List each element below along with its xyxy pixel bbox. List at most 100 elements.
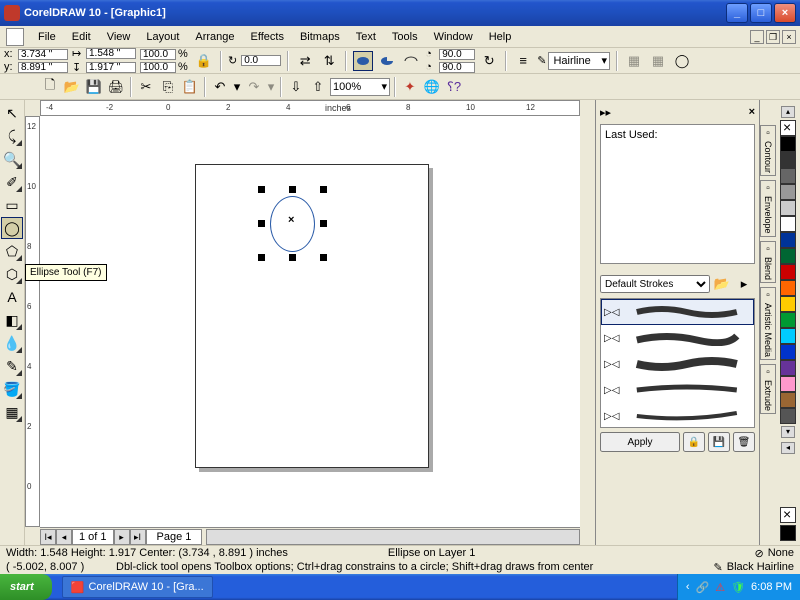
color-swatch[interactable] xyxy=(780,264,796,280)
menu-text[interactable]: Text xyxy=(348,29,384,45)
y-input[interactable] xyxy=(18,62,68,73)
angle2-input[interactable] xyxy=(439,62,475,73)
stroke-item[interactable]: ▷◁ xyxy=(601,403,754,428)
ruler-vertical[interactable]: 121086420 xyxy=(25,116,40,527)
wrap-para-button[interactable]: ≡ xyxy=(513,51,533,71)
outline-width-combo[interactable]: Hairline▾ xyxy=(548,52,610,70)
shape-tool[interactable]: ⤹ xyxy=(1,125,23,147)
stroke-list[interactable]: ▷◁ ▷◁ ▷◁ ▷◁ ▷◁ xyxy=(600,298,755,428)
system-tray[interactable]: ‹ 🔗 ⚠ 🛡 6:08 PM xyxy=(677,574,800,600)
color-swatch[interactable] xyxy=(780,216,796,232)
doc-icon[interactable] xyxy=(6,28,24,46)
interactive-fill-tool[interactable]: ◧ xyxy=(1,309,23,331)
corel-online-button[interactable]: 🌐 xyxy=(422,77,442,97)
menu-file[interactable]: File xyxy=(30,29,64,45)
mdi-close[interactable]: × xyxy=(782,30,796,44)
minimize-button[interactable]: _ xyxy=(726,3,748,23)
docker-chevron-icon[interactable]: ▸▸ xyxy=(600,106,611,119)
stroke-item[interactable]: ▷◁ xyxy=(601,351,754,377)
print-button[interactable]: 🖨 xyxy=(106,77,126,97)
color-swatch[interactable] xyxy=(780,344,796,360)
basic-shapes-tool[interactable]: ⬡ xyxy=(1,263,23,285)
to-front-button[interactable]: ▦ xyxy=(624,51,644,71)
lock-button[interactable]: 🔒 xyxy=(683,432,705,452)
mirror-v-button[interactable]: ⇅ xyxy=(319,51,339,71)
undo-drop-button[interactable]: ▾ xyxy=(232,77,242,97)
color-swatch[interactable] xyxy=(780,280,796,296)
polygon-tool[interactable]: ⬠ xyxy=(1,240,23,262)
copy-button[interactable]: ⎘ xyxy=(158,77,178,97)
menu-tools[interactable]: Tools xyxy=(384,29,426,45)
interactive-tool[interactable]: ▦ xyxy=(1,401,23,423)
x-input[interactable] xyxy=(18,49,68,60)
height-input[interactable] xyxy=(86,62,136,73)
fill-indicator[interactable] xyxy=(780,507,796,523)
import-button[interactable]: ⇩ xyxy=(286,77,306,97)
eyedropper-tool[interactable]: 💧 xyxy=(1,332,23,354)
docker-tab[interactable]: ▫Envelope xyxy=(760,180,776,237)
page-next-button[interactable]: ▸ xyxy=(114,529,130,545)
menu-help[interactable]: Help xyxy=(481,29,520,45)
save-stroke-button[interactable]: 💾 xyxy=(708,432,730,452)
docker-tab[interactable]: ▫Artistic Media xyxy=(760,287,776,360)
color-swatch[interactable] xyxy=(780,248,796,264)
width-input[interactable] xyxy=(86,48,136,59)
docker-tab[interactable]: ▫Extrude xyxy=(760,364,776,414)
arc-mode-button[interactable] xyxy=(401,51,421,71)
stroke-category-combo[interactable]: Default Strokes xyxy=(600,275,710,293)
browse-button[interactable]: 📂 xyxy=(712,274,732,294)
menu-window[interactable]: Window xyxy=(426,29,481,45)
freehand-tool[interactable]: ✐ xyxy=(1,171,23,193)
zoom-combo[interactable]: 100%▾ xyxy=(330,78,390,96)
new-button[interactable]: 🗋 xyxy=(40,77,60,97)
page-last-button[interactable]: ▸I xyxy=(130,529,146,545)
color-swatch[interactable] xyxy=(780,312,796,328)
color-swatch[interactable] xyxy=(780,392,796,408)
page-tab[interactable]: Page 1 xyxy=(146,529,203,545)
scaley-input[interactable] xyxy=(140,62,176,73)
docker-tab[interactable]: ▫Blend xyxy=(760,241,776,283)
ruler-horizontal[interactable]: inches -4-2024681012 xyxy=(40,100,580,116)
mirror-h-button[interactable]: ⇄ xyxy=(295,51,315,71)
whats-this-button[interactable]: ⸮? xyxy=(444,77,464,97)
page-prev-button[interactable]: ◂ xyxy=(56,529,72,545)
fill-tool[interactable]: 🪣 xyxy=(1,378,23,400)
palette-up-button[interactable]: ▴ xyxy=(781,106,795,118)
color-swatch[interactable] xyxy=(780,376,796,392)
ellipse-tool[interactable]: ◯ xyxy=(1,217,23,239)
mdi-minimize[interactable]: _ xyxy=(750,30,764,44)
palette-flyout-button[interactable]: ◂ xyxy=(781,442,795,454)
color-swatch[interactable] xyxy=(780,232,796,248)
apply-button[interactable]: Apply xyxy=(600,432,680,452)
convert-curves-button[interactable]: ◯ xyxy=(672,51,692,71)
app-launcher-button[interactable]: ✦ xyxy=(400,77,420,97)
menu-view[interactable]: View xyxy=(99,29,139,45)
menu-edit[interactable]: Edit xyxy=(64,29,99,45)
clockwise-button[interactable]: ↻ xyxy=(479,51,499,71)
color-swatch[interactable] xyxy=(780,168,796,184)
color-swatch[interactable] xyxy=(780,408,796,424)
menu-arrange[interactable]: Arrange xyxy=(187,29,242,45)
color-swatch[interactable] xyxy=(780,360,796,376)
to-back-button[interactable]: ▦ xyxy=(648,51,668,71)
scalex-input[interactable] xyxy=(140,49,176,60)
angle1-input[interactable] xyxy=(439,49,475,60)
outline-tool[interactable]: ✎ xyxy=(1,355,23,377)
paste-button[interactable]: 📋 xyxy=(180,77,200,97)
cut-button[interactable]: ✂ xyxy=(136,77,156,97)
pie-mode-button[interactable] xyxy=(377,51,397,71)
export-button[interactable]: ⇧ xyxy=(308,77,328,97)
menu-bitmaps[interactable]: Bitmaps xyxy=(292,29,348,45)
hscrollbar[interactable] xyxy=(206,529,580,545)
undo-button[interactable]: ↶ xyxy=(210,77,230,97)
open-button[interactable]: 📂 xyxy=(62,77,82,97)
pick-tool[interactable]: ↖ xyxy=(1,102,23,124)
delete-stroke-button[interactable]: 🗑 xyxy=(733,432,755,452)
rectangle-tool[interactable]: ▭ xyxy=(1,194,23,216)
color-swatch[interactable] xyxy=(780,136,796,152)
color-swatch[interactable] xyxy=(780,200,796,216)
color-swatch[interactable] xyxy=(780,184,796,200)
tray-icon[interactable]: 🔗 xyxy=(695,581,709,594)
redo-button[interactable]: ↷ xyxy=(244,77,264,97)
save-button[interactable]: 💾 xyxy=(84,77,104,97)
